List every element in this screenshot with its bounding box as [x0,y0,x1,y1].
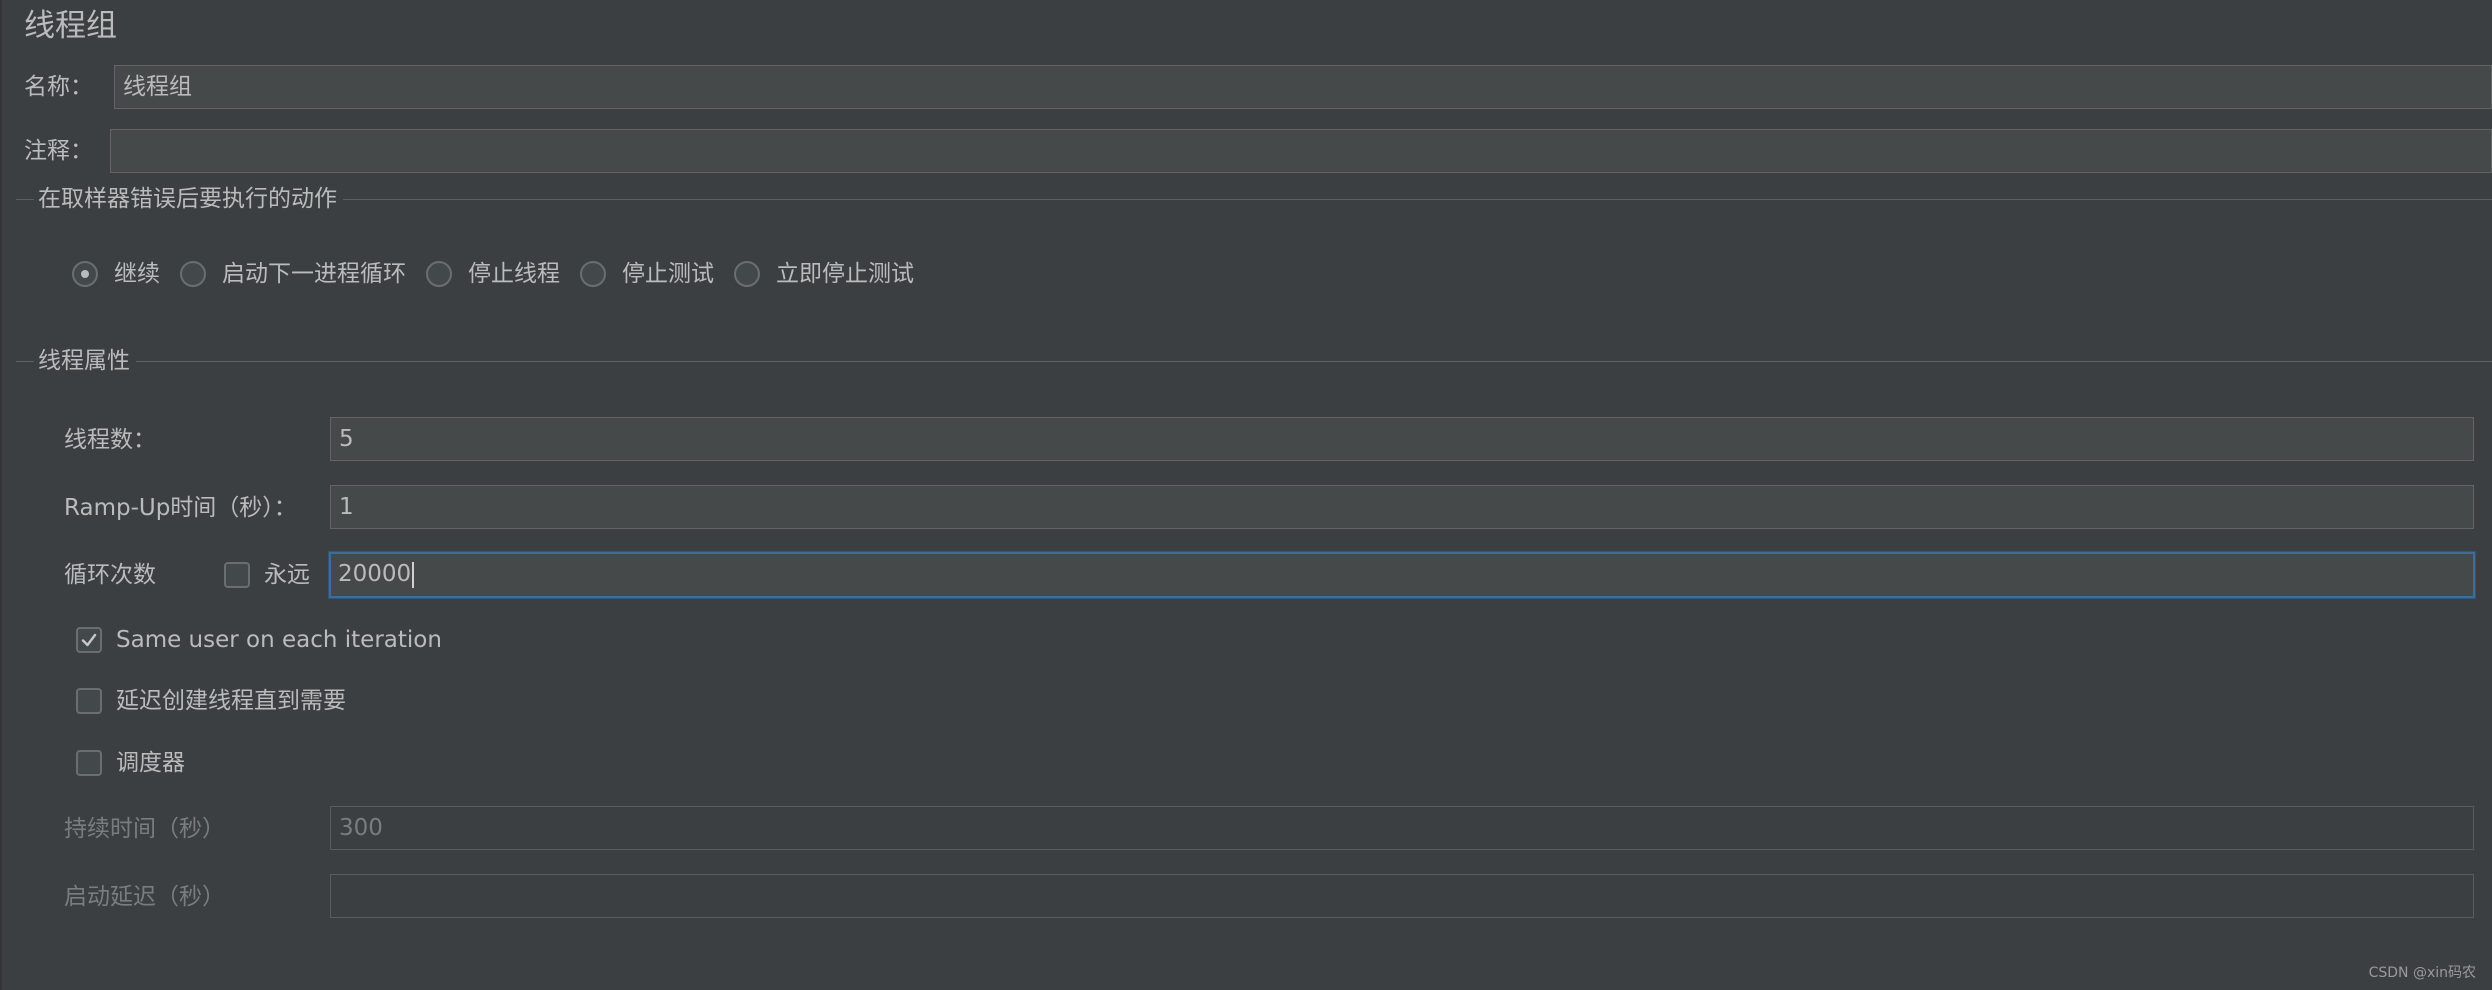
startup-delay-input[interactable] [330,874,2474,918]
scheduler-row[interactable]: 调度器 [76,748,185,778]
radio-stop-thread[interactable]: 停止线程 [426,259,560,289]
name-input[interactable]: 线程组 [114,65,2492,109]
text-caret [412,561,415,588]
same-user-row[interactable]: Same user on each iteration [76,625,442,655]
comment-label: 注释： [24,138,93,164]
delay-create-checkbox[interactable] [76,688,102,714]
delay-create-label: 延迟创建线程直到需要 [116,688,346,714]
window-left-border [0,0,2,990]
thread-props-section-title: 线程属性 [34,346,136,376]
radio-button[interactable] [734,261,760,287]
loop-count-value: 20000 [338,561,412,587]
radio-label: 启动下一进程循环 [222,261,406,287]
loop-count-input[interactable]: 20000 [329,552,2475,598]
error-action-section-title: 在取样器错误后要执行的动作 [34,184,343,214]
radio-continue[interactable]: 继续 [72,259,160,289]
radio-button[interactable] [72,261,98,287]
error-action-radio-group: 继续 启动下一进程循环 停止线程 停止测试 立即停止测试 [72,259,914,289]
duration-label: 持续时间（秒） [64,816,225,842]
forever-label: 永远 [264,562,310,588]
radio-selected-dot [81,270,89,278]
error-action-divider [16,199,2492,200]
radio-button[interactable] [180,261,206,287]
radio-label: 停止测试 [622,261,714,287]
radio-stop-test[interactable]: 停止测试 [580,259,714,289]
radio-stop-test-now[interactable]: 立即停止测试 [734,259,914,289]
scheduler-label: 调度器 [116,750,185,776]
forever-checkbox-row[interactable]: 永远 [224,560,310,590]
same-user-label: Same user on each iteration [116,627,442,653]
scheduler-checkbox[interactable] [76,750,102,776]
radio-label: 立即停止测试 [776,261,914,287]
radio-label: 停止线程 [468,261,560,287]
name-label: 名称： [24,74,93,100]
radio-button[interactable] [426,261,452,287]
delay-create-row[interactable]: 延迟创建线程直到需要 [76,686,346,716]
threads-input[interactable]: 5 [330,417,2474,461]
rampup-input[interactable]: 1 [330,485,2474,529]
checkmark-icon [81,633,97,647]
radio-start-next-loop[interactable]: 启动下一进程循环 [180,259,406,289]
panel-title: 线程组 [24,8,117,44]
same-user-checkbox[interactable] [76,627,102,653]
rampup-label: Ramp-Up时间（秒）： [64,495,297,521]
duration-input[interactable]: 300 [330,806,2474,850]
radio-label: 继续 [114,261,160,287]
threads-label: 线程数： [64,427,156,453]
startup-delay-label: 启动延迟（秒） [64,884,225,910]
loop-count-label: 循环次数 [64,562,156,588]
radio-button[interactable] [580,261,606,287]
watermark: CSDN @xin码农 [2368,965,2476,981]
thread-props-divider [16,361,2492,362]
comment-input[interactable] [110,129,2492,173]
forever-checkbox[interactable] [224,562,250,588]
